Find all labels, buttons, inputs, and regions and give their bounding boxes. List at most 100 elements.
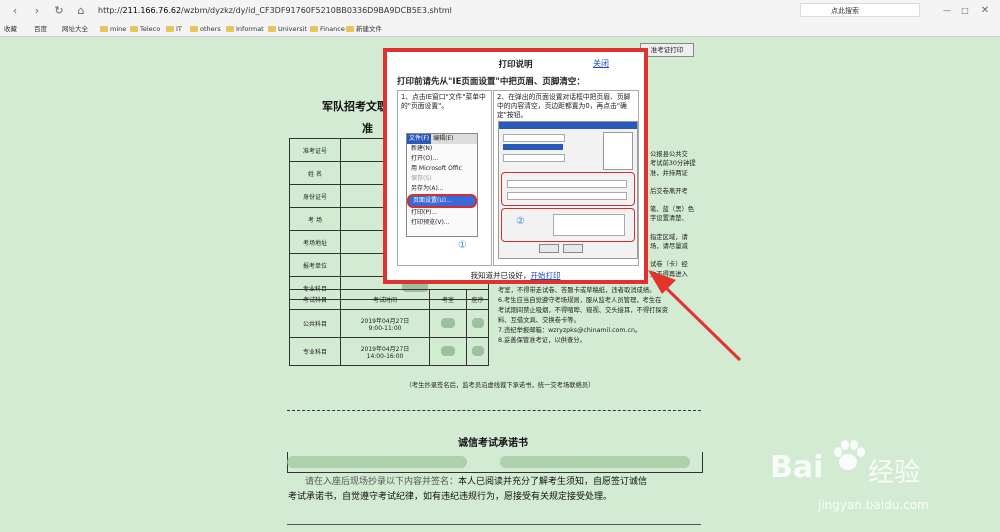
exam-schedule-table: 考试科目 考试时间 考室 座序 公共科目 2019年04月27日 9:00-11:… [289,289,489,366]
watermark-site: jingyan.baidu.com [818,498,929,512]
folder-icon [346,26,354,32]
address-bar[interactable]: http://211.166.76.62/wzbm/dyzkz/dy/id_CF… [98,4,788,18]
dialog-subtitle: 打印前请先从"IE页面设置"中把页眉、页脚清空： [397,77,585,87]
step2-text: 2、在弹出的页面设置对话框中把页眉、页脚中的内容清空，页边距都置为0，再点击"确… [497,93,631,119]
favorites-label: IT [176,25,182,33]
folder-icon [100,26,108,32]
row-label: 准考证号 [289,138,341,162]
url-prefix: http:// [98,6,123,15]
redacted-value [441,317,455,328]
baidu-jingyan-watermark: Bai 经验 jingyan.baidu.com [770,440,980,530]
mini-field [503,154,565,162]
red-arrow-icon [648,270,742,362]
favorites-item[interactable]: Finance [310,23,345,35]
favorites-item[interactable]: mine [100,23,126,35]
step1-panel: 1、点击IE窗口"文件"菜单中的"页面设置"。 文件(F) 编辑(E) 新建(N… [397,90,492,266]
note-line: 准，并持两证 [650,169,688,177]
mini-field [507,180,627,188]
exam-room [429,309,467,338]
note-line: 后交卷离开考 [650,187,688,195]
forward-icon[interactable]: › [30,4,44,18]
sign-note: （考生抄录签名后，监考员沿虚线裁下承诺书，统一交考场联络员） [405,382,595,389]
exam-date: 2019年04月27日 [360,345,410,353]
exam-subject: 专业科目 [289,337,341,366]
search-placeholder: 点此搜索 [831,7,859,15]
menu-header-file: 文件(F) [407,134,432,144]
mini-cancel-button [563,244,583,253]
pledge-line-2: 考试承诺书，自觉遵守考试纪律，如有违纪违规行为，愿接受有关规定接受处理。 [288,492,613,502]
minimize-icon[interactable]: — [940,4,954,18]
exam-seat [466,309,489,338]
exam-hours: 9:00-11:00 [368,324,402,332]
refresh-icon[interactable]: ↻ [52,4,66,18]
mini-ok-button [539,244,559,253]
folder-icon [166,26,174,32]
favorites-label: mine [110,25,127,33]
menu-item: 保存(S) [411,175,432,182]
watermark-brand: Bai [770,450,824,485]
start-print-link[interactable]: 开始打印 [531,271,561,280]
exam-time: 2019年04月27日 14:00-16:00 [340,337,430,366]
dialog-close-link[interactable]: 关闭 [593,58,609,69]
exam-subject: 公共科目 [289,309,341,338]
print-instructions-dialog: 打印说明 关闭 打印前请先从"IE页面设置"中把页眉、页脚清空： 1、点击IE窗… [383,48,648,284]
page-setup-screenshot [498,121,638,259]
favorites-item[interactable]: 百度 [34,23,47,35]
step-marker-2: ② [516,216,525,227]
exam-hours: 14:00-16:00 [366,352,404,360]
menu-item: 用 Microsoft Offic [411,165,462,172]
dialog-footer-text: 我知道并已设好， [470,271,531,280]
favorites-item[interactable]: Informat [226,23,264,35]
step1-text: 1、点击IE窗口"文件"菜单中的"页面设置"。 [401,93,486,110]
row-label: 考 场 [289,207,341,231]
search-input[interactable]: 点此搜索 [800,3,920,17]
favorites-item[interactable]: 新建文件 [346,23,382,35]
redacted-value [471,317,484,328]
favorites-label: Teleco [140,25,161,33]
pledge-body-a: 本人已阅读并充分了解考生须知，自愿签订诚信 [458,477,648,487]
favorites-item[interactable]: Teleco [130,23,160,35]
favorites-label: 收藏 [4,25,17,33]
header-footer-highlight [501,172,635,206]
note-line: 考试前30分钟提 [650,160,696,168]
folder-icon [310,26,318,32]
exam-room [429,337,467,366]
folder-icon [268,26,276,32]
favorites-label: Universit [278,25,307,33]
mini-field [507,192,627,200]
note-line: 笔、蓝（黑）色 [650,206,695,214]
exam-date: 2019年04月27日 [360,317,410,325]
cut-line [287,410,701,411]
menu-item: 打印预览(V)... [411,219,450,226]
favorites-label: 百度 [34,25,47,33]
favorites-label: Informat [236,25,264,33]
menu-item: 另存为(A)... [411,185,444,192]
favorites-item[interactable]: 收藏 [4,23,17,35]
favorites-label: 新建文件 [356,25,382,33]
mini-titlebar [499,122,637,129]
exam-seat [466,337,489,366]
favorites-item[interactable]: IT [166,23,182,35]
favorites-item[interactable]: others [190,23,221,35]
note-line: 公报县公共交 [650,151,688,158]
redacted-value [287,456,467,468]
header-cell: 考试科目 [289,289,341,310]
menu-item: 打开(O)... [411,155,439,162]
print-button[interactable]: 准考证打印 [640,43,694,57]
browser-toolbar: ‹ › ↻ ⌂ http://211.166.76.62/wzbm/dyzkz/… [0,0,1000,23]
header-cell: 考室 [429,289,467,310]
maximize-icon[interactable]: □ [958,4,972,18]
folder-icon [130,26,138,32]
close-window-icon[interactable]: ✕ [978,4,992,18]
note-line: 指定区域，请 [650,233,688,241]
back-icon[interactable]: ‹ [8,4,22,18]
menu-item: 新建(N) [411,145,433,152]
favorites-item[interactable]: 网址大全 [62,23,88,35]
row-label: 身份证号 [289,184,341,208]
folder-icon [190,26,198,32]
home-icon[interactable]: ⌂ [74,4,88,18]
page-title-2: 准 [362,122,373,135]
menu-header-edit: 编辑(E) [433,135,454,142]
menu-item-page-setup: 页面设置(U)... [407,194,477,208]
favorites-item[interactable]: Universit [268,23,307,35]
